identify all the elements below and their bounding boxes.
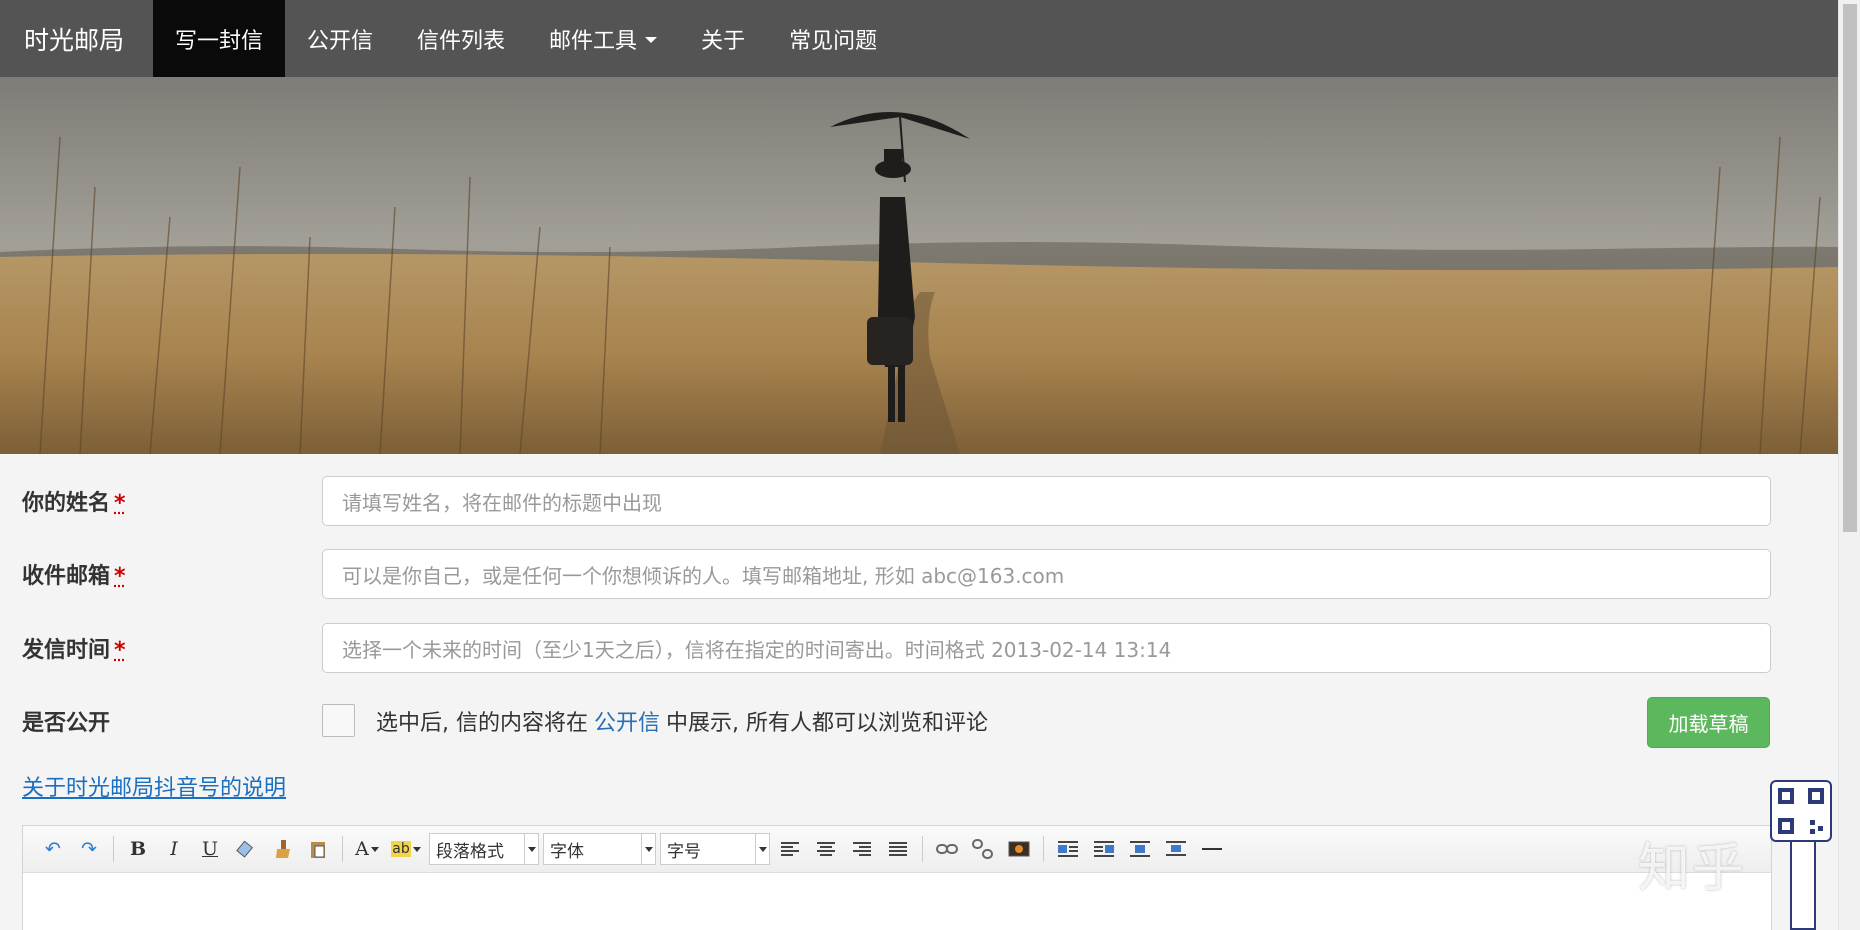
editor-toolbar: ↶ ↷ B I U A ab 段落格式 字体 字号 <box>23 826 1771 873</box>
nav-mail-tools[interactable]: 邮件工具 <box>527 0 679 77</box>
image-float-right-icon[interactable] <box>1090 835 1118 863</box>
font-size-select[interactable]: 字号 <box>660 833 770 865</box>
name-label-text: 你的姓名 <box>22 491 110 516</box>
nav-write-letter[interactable]: 写一封信 <box>153 0 285 77</box>
public-description: 选中后, 信的内容将在 公开信 中展示, 所有人都可以浏览和评论 <box>376 705 988 737</box>
link-icon[interactable] <box>933 835 961 863</box>
qr-code-icon[interactable] <box>1770 780 1832 842</box>
align-left-icon[interactable] <box>776 835 804 863</box>
italic-icon[interactable]: I <box>160 835 188 863</box>
required-marker: * <box>114 564 126 589</box>
paragraph-format-value: 段落格式 <box>436 837 504 862</box>
redo-icon[interactable]: ↷ <box>75 835 103 863</box>
chevron-down-icon <box>524 834 538 864</box>
send-time-input[interactable]: 选择一个未来的时间（至少1天之后），信将在指定的时间寄出。时间格式 2013-0… <box>322 623 1771 673</box>
brand-logo[interactable]: 时光邮局 <box>0 0 153 77</box>
page-scrollbar[interactable] <box>1838 0 1860 930</box>
toolbar-divider <box>922 836 923 862</box>
image-inline-icon[interactable] <box>1126 835 1154 863</box>
load-draft-button[interactable]: 加载草稿 <box>1647 697 1770 748</box>
unlink-icon[interactable] <box>969 835 997 863</box>
public-text-before: 选中后, 信的内容将在 <box>376 711 588 736</box>
nav-about[interactable]: 关于 <box>679 0 767 77</box>
send-time-label: 发信时间 * <box>22 632 322 664</box>
send-time-label-text: 发信时间 <box>22 638 110 663</box>
form-row-name: 你的姓名 * 请填写姓名，将在邮件的标题中出现 <box>22 476 1772 526</box>
public-text-after: 中展示, 所有人都可以浏览和评论 <box>666 711 988 736</box>
email-label: 收件邮箱 * <box>22 558 322 590</box>
chevron-down-icon <box>755 834 769 864</box>
hero-illustration <box>0 77 1838 454</box>
align-justify-icon[interactable] <box>884 835 912 863</box>
qr-stand <box>1790 842 1816 930</box>
font-size-value: 字号 <box>667 837 701 862</box>
font-family-value: 字体 <box>550 837 584 862</box>
insert-image-icon[interactable] <box>1005 835 1033 863</box>
toolbar-divider <box>113 836 114 862</box>
format-brush-icon[interactable] <box>268 835 296 863</box>
paste-icon[interactable] <box>304 835 332 863</box>
nav-public-letters[interactable]: 公开信 <box>285 0 395 77</box>
horizontal-rule-icon[interactable] <box>1198 835 1226 863</box>
font-family-select[interactable]: 字体 <box>543 833 656 865</box>
public-letters-link[interactable]: 公开信 <box>594 711 660 736</box>
form-row-email: 收件邮箱 * 可以是你自己，或是任何一个你想倾诉的人。填写邮箱地址, 形如 abc… <box>22 549 1772 599</box>
form-row-public: 是否公开 选中后, 信的内容将在 公开信 中展示, 所有人都可以浏览和评论 <box>22 704 1772 737</box>
paragraph-format-select[interactable]: 段落格式 <box>429 833 539 865</box>
chevron-down-icon <box>641 834 655 864</box>
rich-text-editor: ↶ ↷ B I U A ab 段落格式 字体 字号 <box>22 825 1772 930</box>
chevron-down-icon <box>645 37 657 43</box>
public-checkbox[interactable] <box>322 704 355 737</box>
font-color-icon[interactable]: A <box>353 835 381 863</box>
name-input[interactable]: 请填写姓名，将在邮件的标题中出现 <box>322 476 1771 526</box>
zhihu-watermark: 知乎 <box>1638 826 1746 901</box>
eraser-icon[interactable] <box>232 835 260 863</box>
top-navbar: 时光邮局 写一封信 公开信 信件列表 邮件工具 关于 常见问题 <box>0 0 1838 77</box>
underline-icon[interactable]: U <box>196 835 224 863</box>
required-marker: * <box>114 491 126 516</box>
undo-icon[interactable]: ↶ <box>39 835 67 863</box>
scrollbar-thumb[interactable] <box>1843 4 1857 532</box>
image-center-icon[interactable] <box>1162 835 1190 863</box>
email-input[interactable]: 可以是你自己，或是任何一个你想倾诉的人。填写邮箱地址, 形如 abc@163.c… <box>322 549 1771 599</box>
toolbar-divider <box>1043 836 1044 862</box>
nav-mail-tools-label: 邮件工具 <box>549 23 637 55</box>
form-row-send-time: 发信时间 * 选择一个未来的时间（至少1天之后），信将在指定的时间寄出。时间格式 … <box>22 623 1772 673</box>
nav-letter-list[interactable]: 信件列表 <box>395 0 527 77</box>
toolbar-divider <box>342 836 343 862</box>
bold-icon[interactable]: B <box>124 835 152 863</box>
align-center-icon[interactable] <box>812 835 840 863</box>
highlight-icon[interactable]: ab <box>389 835 423 863</box>
public-label: 是否公开 <box>22 705 322 737</box>
align-right-icon[interactable] <box>848 835 876 863</box>
required-marker: * <box>114 638 126 663</box>
name-label: 你的姓名 * <box>22 485 322 517</box>
email-label-text: 收件邮箱 <box>22 564 110 589</box>
image-float-left-icon[interactable] <box>1054 835 1082 863</box>
about-douyin-link[interactable]: 关于时光邮局抖音号的说明 <box>22 770 286 802</box>
nav-faq[interactable]: 常见问题 <box>767 0 899 77</box>
hero-banner-image <box>0 77 1838 454</box>
